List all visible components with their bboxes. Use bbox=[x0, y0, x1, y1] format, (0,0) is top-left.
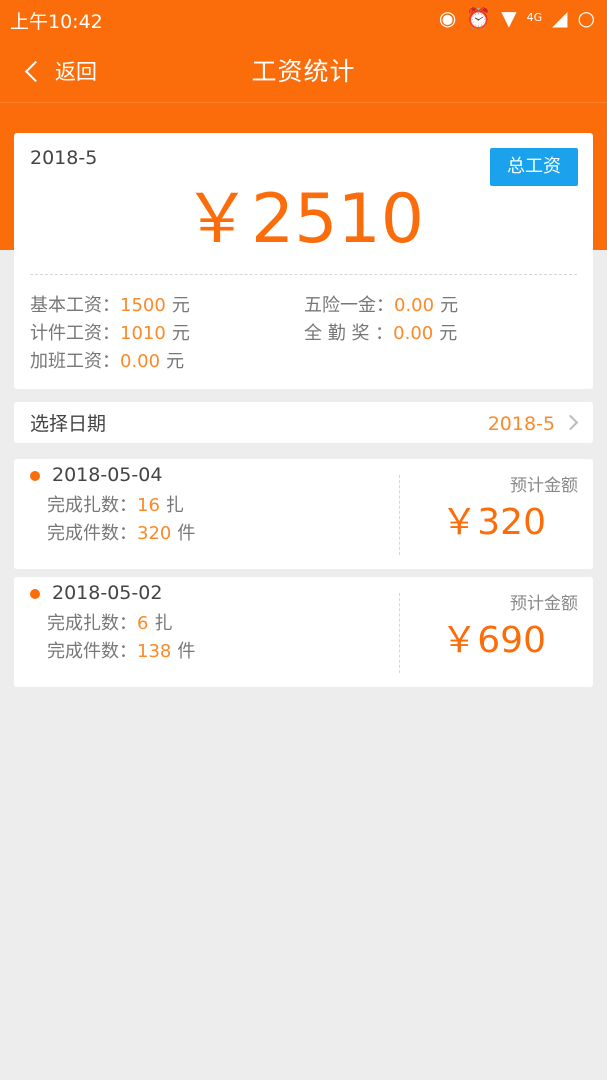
status-bar: 上午10:42 ◉ ⏰ ▼ 4G ◢ ○ bbox=[0, 0, 607, 36]
record-divider bbox=[399, 475, 400, 555]
total-salary-amount: ￥2510 bbox=[182, 180, 425, 259]
date-selector[interactable]: 选择日期 2018-5 bbox=[14, 402, 593, 443]
base-salary-label: 基本工资： bbox=[30, 295, 120, 316]
record-pieces: 完成件数：320 件 bbox=[47, 519, 195, 545]
record-pieces-unit: 件 bbox=[177, 641, 196, 662]
record-amount: ￥320 bbox=[441, 502, 546, 543]
record-pieces-value: 138 bbox=[137, 641, 172, 662]
record-pieces-label: 完成件数： bbox=[47, 523, 137, 544]
attendance-bonus: 全 勤 奖 ：0.00 元 bbox=[304, 319, 457, 345]
base-salary-value: 1500 bbox=[120, 295, 166, 316]
date-selector-value: 2018-5 bbox=[487, 413, 555, 435]
bullet-dot-icon bbox=[30, 471, 40, 481]
record-pieces-label: 完成件数： bbox=[47, 641, 137, 662]
status-time: 上午10:42 bbox=[10, 11, 103, 33]
chevron-right-icon bbox=[562, 414, 579, 431]
attendance-bonus-value: 0.00 bbox=[393, 323, 434, 344]
nav-divider bbox=[0, 102, 607, 103]
record-bundles-unit: 扎 bbox=[154, 613, 173, 634]
piece-salary-value: 1010 bbox=[120, 323, 166, 344]
daily-record[interactable]: 2018-05-02 完成扎数：6 扎 完成件数：138 件 预计金额 ￥690 bbox=[14, 577, 593, 687]
4g-icon: 4G bbox=[526, 11, 543, 24]
base-salary: 基本工资：1500 元 bbox=[30, 291, 190, 317]
social-insurance-unit: 元 bbox=[440, 295, 459, 316]
attendance-bonus-label: 全 勤 奖 ： bbox=[304, 323, 394, 344]
social-insurance-label: 五险一金： bbox=[304, 295, 394, 316]
overtime-salary-unit: 元 bbox=[166, 351, 185, 372]
overtime-salary: 加班工资：0.00 元 bbox=[30, 347, 184, 373]
piece-salary-unit: 元 bbox=[171, 323, 190, 344]
alarm-icon: ⏰ bbox=[466, 6, 492, 30]
record-date: 2018-05-02 bbox=[52, 582, 163, 604]
date-selector-label: 选择日期 bbox=[30, 413, 107, 435]
record-pieces: 完成件数：138 件 bbox=[47, 637, 195, 663]
bullet-dot-icon bbox=[30, 589, 40, 599]
dashed-divider bbox=[30, 274, 577, 275]
daily-record[interactable]: 2018-05-04 完成扎数：16 扎 完成件数：320 件 预计金额 ￥320 bbox=[14, 459, 593, 569]
record-bundles: 完成扎数：16 扎 bbox=[47, 491, 184, 517]
base-salary-unit: 元 bbox=[171, 295, 190, 316]
record-bundles-label: 完成扎数： bbox=[47, 613, 137, 634]
social-insurance: 五险一金：0.00 元 bbox=[304, 291, 458, 317]
piece-salary-label: 计件工资： bbox=[30, 323, 120, 344]
record-pieces-unit: 件 bbox=[177, 523, 196, 544]
record-bundles-value: 6 bbox=[137, 613, 149, 634]
attendance-bonus-unit: 元 bbox=[439, 323, 458, 344]
wifi-icon: ▼ bbox=[501, 6, 517, 30]
navigation-bar: 返回 工资统计 bbox=[0, 40, 607, 102]
record-amount: ￥690 bbox=[441, 620, 546, 661]
record-divider bbox=[399, 593, 400, 673]
battery-icon: ○ bbox=[577, 6, 595, 30]
sync-icon: ◉ bbox=[438, 6, 457, 30]
record-bundles-unit: 扎 bbox=[165, 495, 184, 516]
overtime-salary-value: 0.00 bbox=[120, 351, 161, 372]
page-title: 工资统计 bbox=[251, 57, 356, 86]
summary-month: 2018-5 bbox=[30, 147, 98, 169]
record-bundles-value: 16 bbox=[137, 495, 160, 516]
record-bundles-label: 完成扎数： bbox=[47, 495, 137, 516]
salary-summary-card: 2018-5 总工资 ￥2510 基本工资：1500 元 计件工资：1010 元 加… bbox=[14, 133, 593, 389]
overtime-salary-label: 加班工资： bbox=[30, 351, 120, 372]
status-icons: ◉ ⏰ ▼ 4G ◢ ○ bbox=[439, 6, 595, 30]
piece-salary: 计件工资：1010 元 bbox=[30, 319, 190, 345]
record-date: 2018-05-04 bbox=[52, 464, 163, 486]
signal-icon: ◢ bbox=[552, 6, 568, 30]
record-bundles: 完成扎数：6 扎 bbox=[47, 609, 172, 635]
record-pieces-value: 320 bbox=[137, 523, 172, 544]
social-insurance-value: 0.00 bbox=[394, 295, 435, 316]
